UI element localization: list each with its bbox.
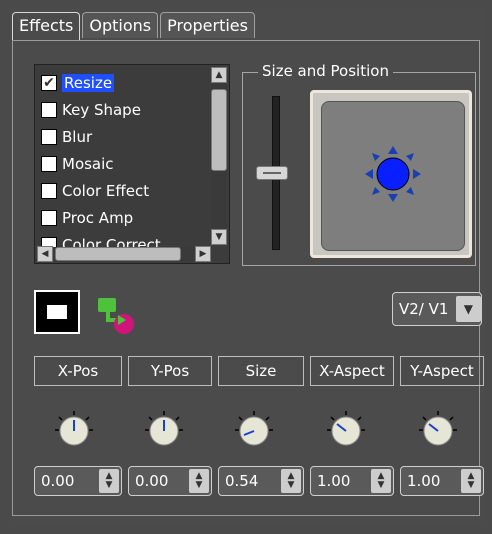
swap-layers-icon[interactable] [96, 296, 138, 336]
vertical-scroll-thumb[interactable] [211, 89, 227, 171]
effects-list[interactable]: ✔ Resize Key Shape Blur Mosaic Color Eff… [34, 64, 230, 264]
effect-item-resize[interactable]: ✔ Resize [41, 69, 211, 96]
spin-arrows-icon[interactable]: ▲ ▼ [189, 469, 209, 493]
effect-item-proc-amp[interactable]: Proc Amp [41, 204, 211, 231]
effect-label: Mosaic [62, 154, 114, 173]
size-position-title: Size and Position [258, 62, 393, 80]
rectangle-icon [47, 305, 67, 319]
label-x-pos: X-Pos [34, 356, 122, 386]
x-aspect-value[interactable]: 1.00 [317, 467, 350, 495]
effect-label: Blur [62, 127, 93, 146]
size-slider-thumb[interactable] [256, 166, 288, 180]
size-spinbox[interactable]: 0.54 ▲ ▼ [218, 466, 304, 496]
checkbox[interactable] [41, 182, 57, 199]
checkbox[interactable] [41, 209, 57, 226]
size-knob[interactable] [234, 410, 274, 450]
y-pos-value[interactable]: 0.00 [135, 467, 168, 495]
layer-select-value: V2/ V1 [399, 300, 449, 318]
y-pos-knob[interactable] [144, 410, 184, 450]
spin-arrows-icon[interactable]: ▲ ▼ [99, 469, 119, 493]
label-y-aspect: Y-Aspect [400, 356, 484, 386]
tab-bar: Effects Options Properties [12, 12, 257, 40]
tab-properties[interactable]: Properties [160, 12, 255, 38]
y-aspect-spinbox[interactable]: 1.00 ▲ ▼ [400, 466, 484, 496]
x-pos-spinbox[interactable]: 0.00 ▲ ▼ [34, 466, 122, 496]
tab-options[interactable]: Options [82, 12, 159, 38]
effect-item-key-shape[interactable]: Key Shape [41, 96, 211, 123]
spin-arrows-icon[interactable]: ▲ ▼ [461, 469, 481, 493]
checkmark-icon: ✔ [43, 74, 55, 91]
tab-effects[interactable]: Effects [12, 12, 81, 40]
effect-item-blur[interactable]: Blur [41, 123, 211, 150]
x-pos-value[interactable]: 0.00 [41, 467, 74, 495]
mask-toggle-button[interactable] [34, 290, 80, 334]
scroll-right-button[interactable]: ▶ [195, 246, 211, 262]
chevron-down-icon[interactable]: ▼ [455, 296, 481, 322]
chevron-up-icon: ▲ [215, 70, 223, 80]
effect-label: Color Effect [62, 181, 150, 200]
spin-arrows-icon[interactable]: ▲ ▼ [371, 469, 391, 493]
chevron-left-icon: ◀ [41, 249, 49, 259]
y-aspect-knob[interactable] [418, 410, 458, 450]
x-aspect-knob[interactable] [326, 410, 366, 450]
horizontal-scroll-thumb[interactable] [55, 247, 181, 261]
spin-arrows-icon[interactable]: ▲ ▼ [281, 469, 301, 493]
effect-label: Proc Amp [62, 208, 134, 227]
vertical-scrollbar[interactable]: ▲ ▼ [211, 67, 227, 245]
checkbox[interactable]: ✔ [41, 74, 57, 91]
checkbox[interactable] [41, 128, 57, 145]
label-x-aspect: X-Aspect [310, 356, 394, 386]
label-y-pos: Y-Pos [128, 356, 212, 386]
effect-label: Key Shape [62, 100, 141, 119]
horizontal-scrollbar[interactable]: ◀ ▶ [37, 246, 211, 262]
effect-label: Resize [62, 73, 115, 92]
effects-items: ✔ Resize Key Shape Blur Mosaic Color Eff… [41, 69, 211, 258]
chevron-down-icon: ▼ [215, 232, 223, 242]
checkbox[interactable] [41, 155, 57, 172]
effect-item-mosaic[interactable]: Mosaic [41, 150, 211, 177]
position-preview[interactable] [310, 90, 472, 258]
scroll-down-button[interactable]: ▼ [211, 229, 227, 245]
chevron-right-icon: ▶ [199, 249, 207, 259]
scroll-up-button[interactable]: ▲ [211, 67, 227, 83]
y-aspect-value[interactable]: 1.00 [407, 467, 440, 495]
effect-item-color-effect[interactable]: Color Effect [41, 177, 211, 204]
layer-select[interactable]: V2/ V1 ▼ [392, 292, 482, 326]
y-pos-spinbox[interactable]: 0.00 ▲ ▼ [128, 466, 212, 496]
x-aspect-spinbox[interactable]: 1.00 ▲ ▼ [310, 466, 394, 496]
checkbox[interactable] [41, 101, 57, 118]
scroll-left-button[interactable]: ◀ [37, 246, 53, 262]
preview-canvas [321, 101, 465, 251]
size-value[interactable]: 0.54 [225, 467, 258, 495]
label-size: Size [218, 356, 304, 386]
x-pos-knob[interactable] [54, 410, 94, 450]
position-handle-icon[interactable] [322, 102, 464, 250]
